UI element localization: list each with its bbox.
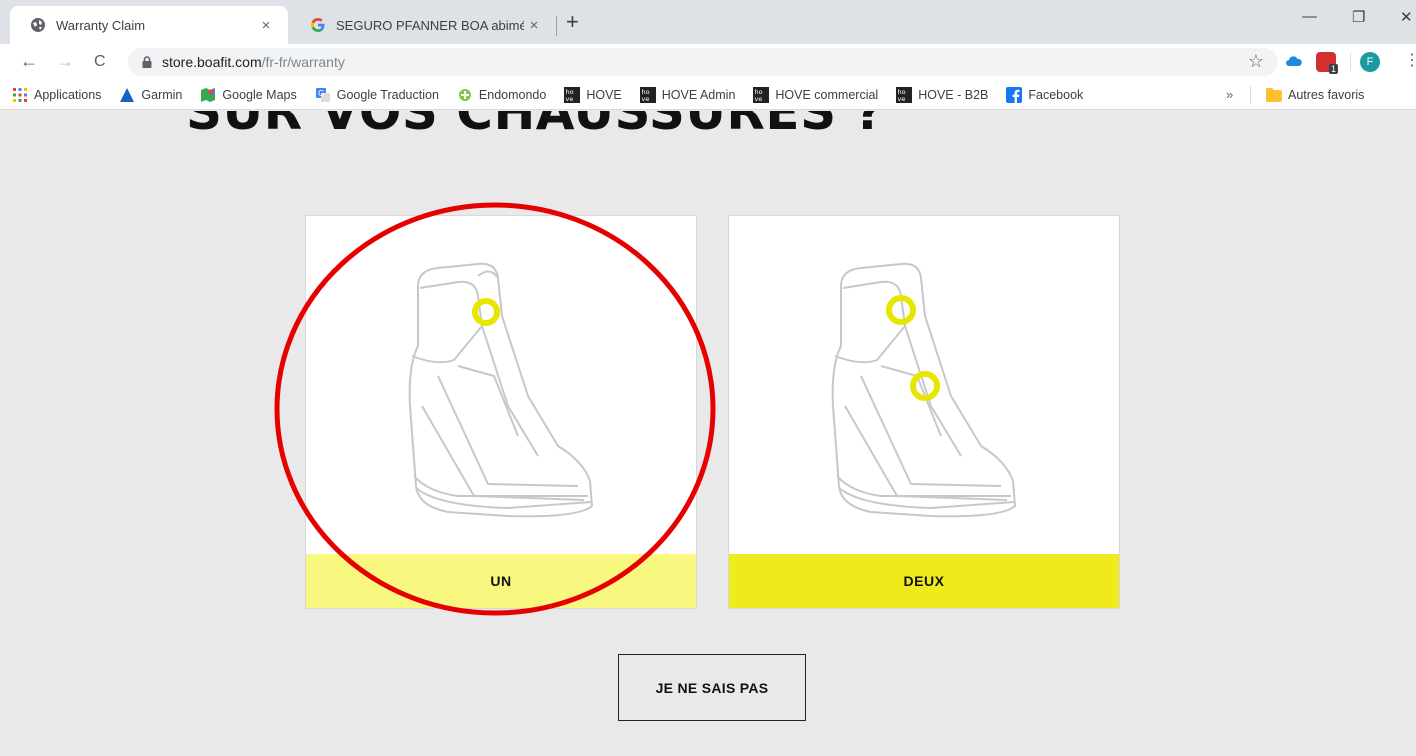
apps-grid-icon <box>13 87 27 102</box>
bookmarks-separator <box>1250 86 1251 104</box>
google-icon <box>311 18 325 32</box>
tab-warranty-claim[interactable]: Warranty Claim × <box>10 6 288 44</box>
translate-icon: G <box>315 87 330 102</box>
menu-button[interactable]: ⋮ <box>1404 51 1416 71</box>
hove-logo-icon: hove <box>639 86 656 103</box>
boot-two-dials-illustration <box>831 262 1016 518</box>
reload-button[interactable]: C <box>94 52 106 72</box>
bookmark-hove-commercial[interactable]: ho ve HOVE commercial <box>753 86 879 103</box>
browser-window: Warranty Claim × SEGURO PFANNER BOA abim… <box>0 0 1416 756</box>
minimize-button[interactable]: — <box>1302 8 1317 25</box>
close-window-button[interactable]: ✕ <box>1400 8 1413 26</box>
bookmark-garmin[interactable]: Garmin <box>119 87 182 103</box>
boot-one-dial-illustration <box>408 262 593 518</box>
page-content: SUR VOS CHAUSSURES ? UN DEUX JE NE SAIS … <box>0 111 1416 756</box>
bookmark-label: HOVE commercial <box>775 87 879 102</box>
page-heading: SUR VOS CHAUSSURES ? <box>186 111 885 141</box>
bookmark-label: HOVE <box>586 87 622 102</box>
bookmark-hove-b2b[interactable]: ho ve HOVE - B2B <box>896 86 989 103</box>
hove-logo-icon: hove <box>753 86 770 103</box>
tab-separator <box>556 16 557 36</box>
globe-icon <box>31 18 45 32</box>
tab-title: Warranty Claim <box>56 17 146 33</box>
url-host: store.boafit.com <box>162 54 262 70</box>
svg-text:G: G <box>318 89 324 98</box>
option-card-one[interactable]: UN <box>305 215 697 609</box>
bookmarks-overflow-button[interactable]: » <box>1226 87 1233 102</box>
bookmark-google-traduction[interactable]: G Google Traduction <box>315 87 439 103</box>
extension-red-icon[interactable]: 1 <box>1316 52 1338 74</box>
bookmark-label: Endomondo <box>478 87 547 102</box>
bookmark-label: Facebook <box>1028 87 1084 102</box>
extension-badge: 1 <box>1328 64 1338 74</box>
dont-know-button[interactable]: JE NE SAIS PAS <box>618 654 806 721</box>
svg-text:ve: ve <box>641 95 649 103</box>
tab-close-button[interactable]: × <box>524 17 544 34</box>
folder-icon <box>1266 88 1282 102</box>
bookmark-label: HOVE - B2B <box>918 87 989 102</box>
option-label: DEUX <box>729 554 1119 608</box>
bookmark-hove[interactable]: ho ve HOVE <box>564 86 622 103</box>
bookmark-label: Applications <box>34 87 102 102</box>
bookmark-label: Google Traduction <box>336 87 439 102</box>
svg-text:ve: ve <box>898 95 906 103</box>
tab-seguro-pfanner[interactable]: SEGURO PFANNER BOA abimé - × <box>290 6 556 44</box>
profile-avatar[interactable]: F <box>1360 52 1380 72</box>
svg-text:ve: ve <box>566 95 574 103</box>
bookmark-hove-admin[interactable]: ho ve HOVE Admin <box>639 86 736 103</box>
forward-button[interactable]: → <box>56 51 74 71</box>
option-card-two[interactable]: DEUX <box>728 215 1120 609</box>
tab-strip: Warranty Claim × SEGURO PFANNER BOA abim… <box>0 0 1416 44</box>
bookmark-label: HOVE Admin <box>661 87 736 102</box>
endomondo-icon <box>458 88 471 101</box>
bookmark-endomondo[interactable]: Endomondo <box>457 87 546 103</box>
bookmarks-bar: Applications Garmin Google Maps G Google… <box>0 80 1416 110</box>
bookmark-google-maps[interactable]: Google Maps <box>200 87 297 103</box>
lock-icon <box>142 56 152 68</box>
url-path: /fr-fr/warranty <box>261 54 345 70</box>
hove-logo-icon: hove <box>896 86 913 103</box>
bookmark-facebook[interactable]: Facebook <box>1006 86 1084 103</box>
toolbar: ← → C store.boafit.com/fr-fr/warranty ☆ … <box>0 44 1416 80</box>
maps-pin-icon <box>201 87 216 102</box>
bookmark-applications[interactable]: Applications <box>12 87 101 103</box>
garmin-triangle-icon <box>120 87 135 102</box>
bookmark-label: Autres favoris <box>1288 88 1365 102</box>
bookmark-other-folder[interactable]: Autres favoris <box>1266 80 1364 110</box>
bookmark-label: Google Maps <box>222 87 297 102</box>
address-bar[interactable]: store.boafit.com/fr-fr/warranty ☆ <box>128 48 1278 76</box>
tab-title: SEGURO PFANNER BOA abimé - <box>336 17 524 33</box>
toolbar-separator <box>1350 53 1351 71</box>
facebook-icon <box>1006 86 1023 103</box>
bookmark-label: Garmin <box>141 87 183 102</box>
cloud-extension-icon[interactable] <box>1284 52 1304 72</box>
restore-button[interactable]: ❐ <box>1352 8 1365 26</box>
option-label: UN <box>306 554 696 608</box>
new-tab-button[interactable]: + <box>566 10 579 34</box>
back-button[interactable]: ← <box>20 51 38 71</box>
svg-text:ve: ve <box>755 95 763 103</box>
hove-logo-icon: hove <box>564 86 581 103</box>
tab-close-button[interactable]: × <box>256 17 276 34</box>
bookmark-star-icon[interactable]: ☆ <box>1248 51 1264 72</box>
